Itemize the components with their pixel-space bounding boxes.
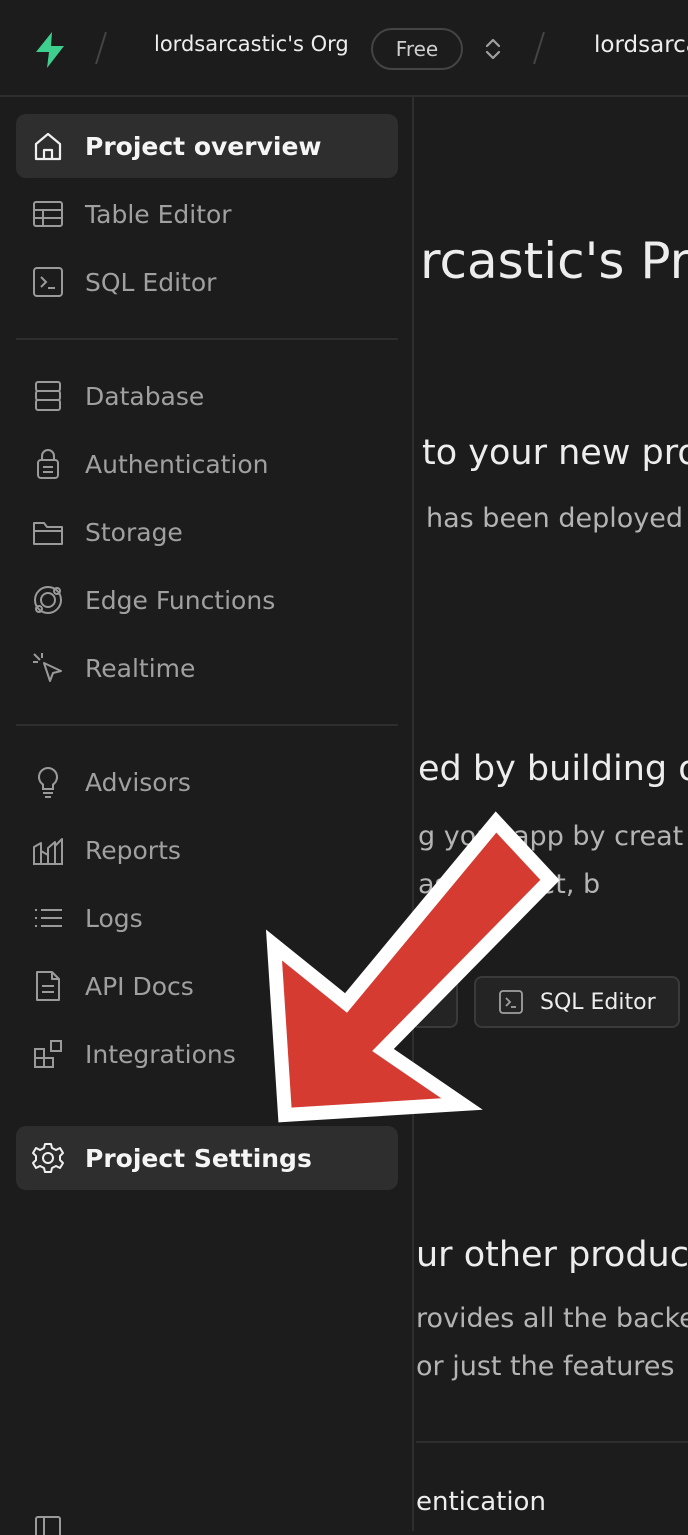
chevron-up-down-icon[interactable] [481,35,505,63]
plan-badge: Free [371,28,463,70]
gear-icon [30,1140,66,1176]
database-icon [30,378,66,414]
sidebar-item-sql-editor[interactable]: SQL Editor [16,250,398,314]
sidebar-item-database[interactable]: Database [16,364,398,428]
table-icon [30,196,66,232]
welcome-heading: to your new pro [422,433,688,473]
welcome-subtext: has been deployed [426,503,684,534]
sidebar-item-realtime[interactable]: Realtime [16,636,398,700]
sidebar-divider [16,724,398,726]
sidebar-item-advisors[interactable]: Advisors [16,750,398,814]
sidebar-item-label: Integrations [85,1039,236,1069]
sidebar-item-label: Realtime [85,653,196,683]
sidebar-item-label: Database [85,381,205,411]
sidebar-item-reports[interactable]: Reports [16,818,398,882]
other-products-description: or just the features [416,1351,675,1382]
get-started-description: g your app by creat [418,821,684,852]
collapse-sidebar-icon[interactable] [34,1515,62,1535]
sidebar-item-label: Project Settings [85,1143,312,1173]
sidebar-item-storage[interactable]: Storage [16,500,398,564]
sidebar-item-edge-functions[interactable]: Edge Functions [16,568,398,632]
sql-editor-button[interactable]: SQL Editor [474,976,680,1028]
sidebar-item-label: Advisors [85,767,191,797]
home-icon [30,128,66,164]
other-products-description: rovides all the backe [416,1303,688,1334]
folder-icon [30,514,66,550]
reports-icon [30,832,66,868]
sidebar-item-label: Reports [85,835,181,865]
breadcrumb-separator-icon [95,31,107,65]
integrations-icon [30,1036,66,1072]
sidebar-item-label: Table Editor [85,199,232,229]
sidebar-item-table-editor[interactable]: Table Editor [16,182,398,246]
get-started-heading: ed by building o [418,749,688,789]
lock-icon [30,446,66,482]
get-started-description: as adsheet, b [418,869,601,900]
supabase-logo-icon[interactable] [30,30,70,70]
terminal-icon [30,264,66,300]
sidebar-item-authentication[interactable]: Authentication [16,432,398,496]
edge-functions-icon [30,582,66,618]
authentication-card-title: entication [416,1487,546,1517]
card-border [416,1441,688,1443]
project-breadcrumb[interactable]: lordsarca [594,32,688,58]
sidebar-item-project-overview[interactable]: Project overview [16,114,398,178]
sidebar-item-integrations[interactable]: Integrations [16,1022,398,1086]
sidebar-item-label: SQL Editor [85,267,217,297]
sidebar-item-api-docs[interactable]: API Docs [16,954,398,1018]
sidebar-item-logs[interactable]: Logs [16,886,398,950]
terminal-icon [499,990,523,1014]
sidebar-item-label: Project overview [85,131,322,161]
sidebar-item-label: Storage [85,517,183,547]
document-icon [30,968,66,1004]
sidebar-item-label: API Docs [85,971,194,1001]
sidebar: Project overview Table Editor SQL Editor… [0,97,414,1535]
breadcrumb-separator-icon [533,31,545,65]
main-content: rcastic's Pr to your new pro has been de… [416,97,688,1531]
sidebar-item-label: Authentication [85,449,269,479]
top-bar: lordsarcastic's Org Free lordsarca [0,0,688,97]
lightbulb-icon [30,764,66,800]
org-name-breadcrumb[interactable]: lordsarcastic's Org [154,32,349,56]
sidebar-item-label: Logs [85,903,143,933]
page-title: rcastic's Pr [420,232,688,290]
sidebar-item-label: Edge Functions [85,585,276,615]
table-editor-button[interactable] [416,976,458,1028]
other-products-heading: ur other produc [416,1235,688,1275]
sidebar-divider [16,338,398,340]
sql-editor-button-label: SQL Editor [540,989,656,1015]
sidebar-item-project-settings[interactable]: Project Settings [16,1126,398,1190]
cursor-click-icon [30,650,66,686]
list-icon [30,900,66,936]
